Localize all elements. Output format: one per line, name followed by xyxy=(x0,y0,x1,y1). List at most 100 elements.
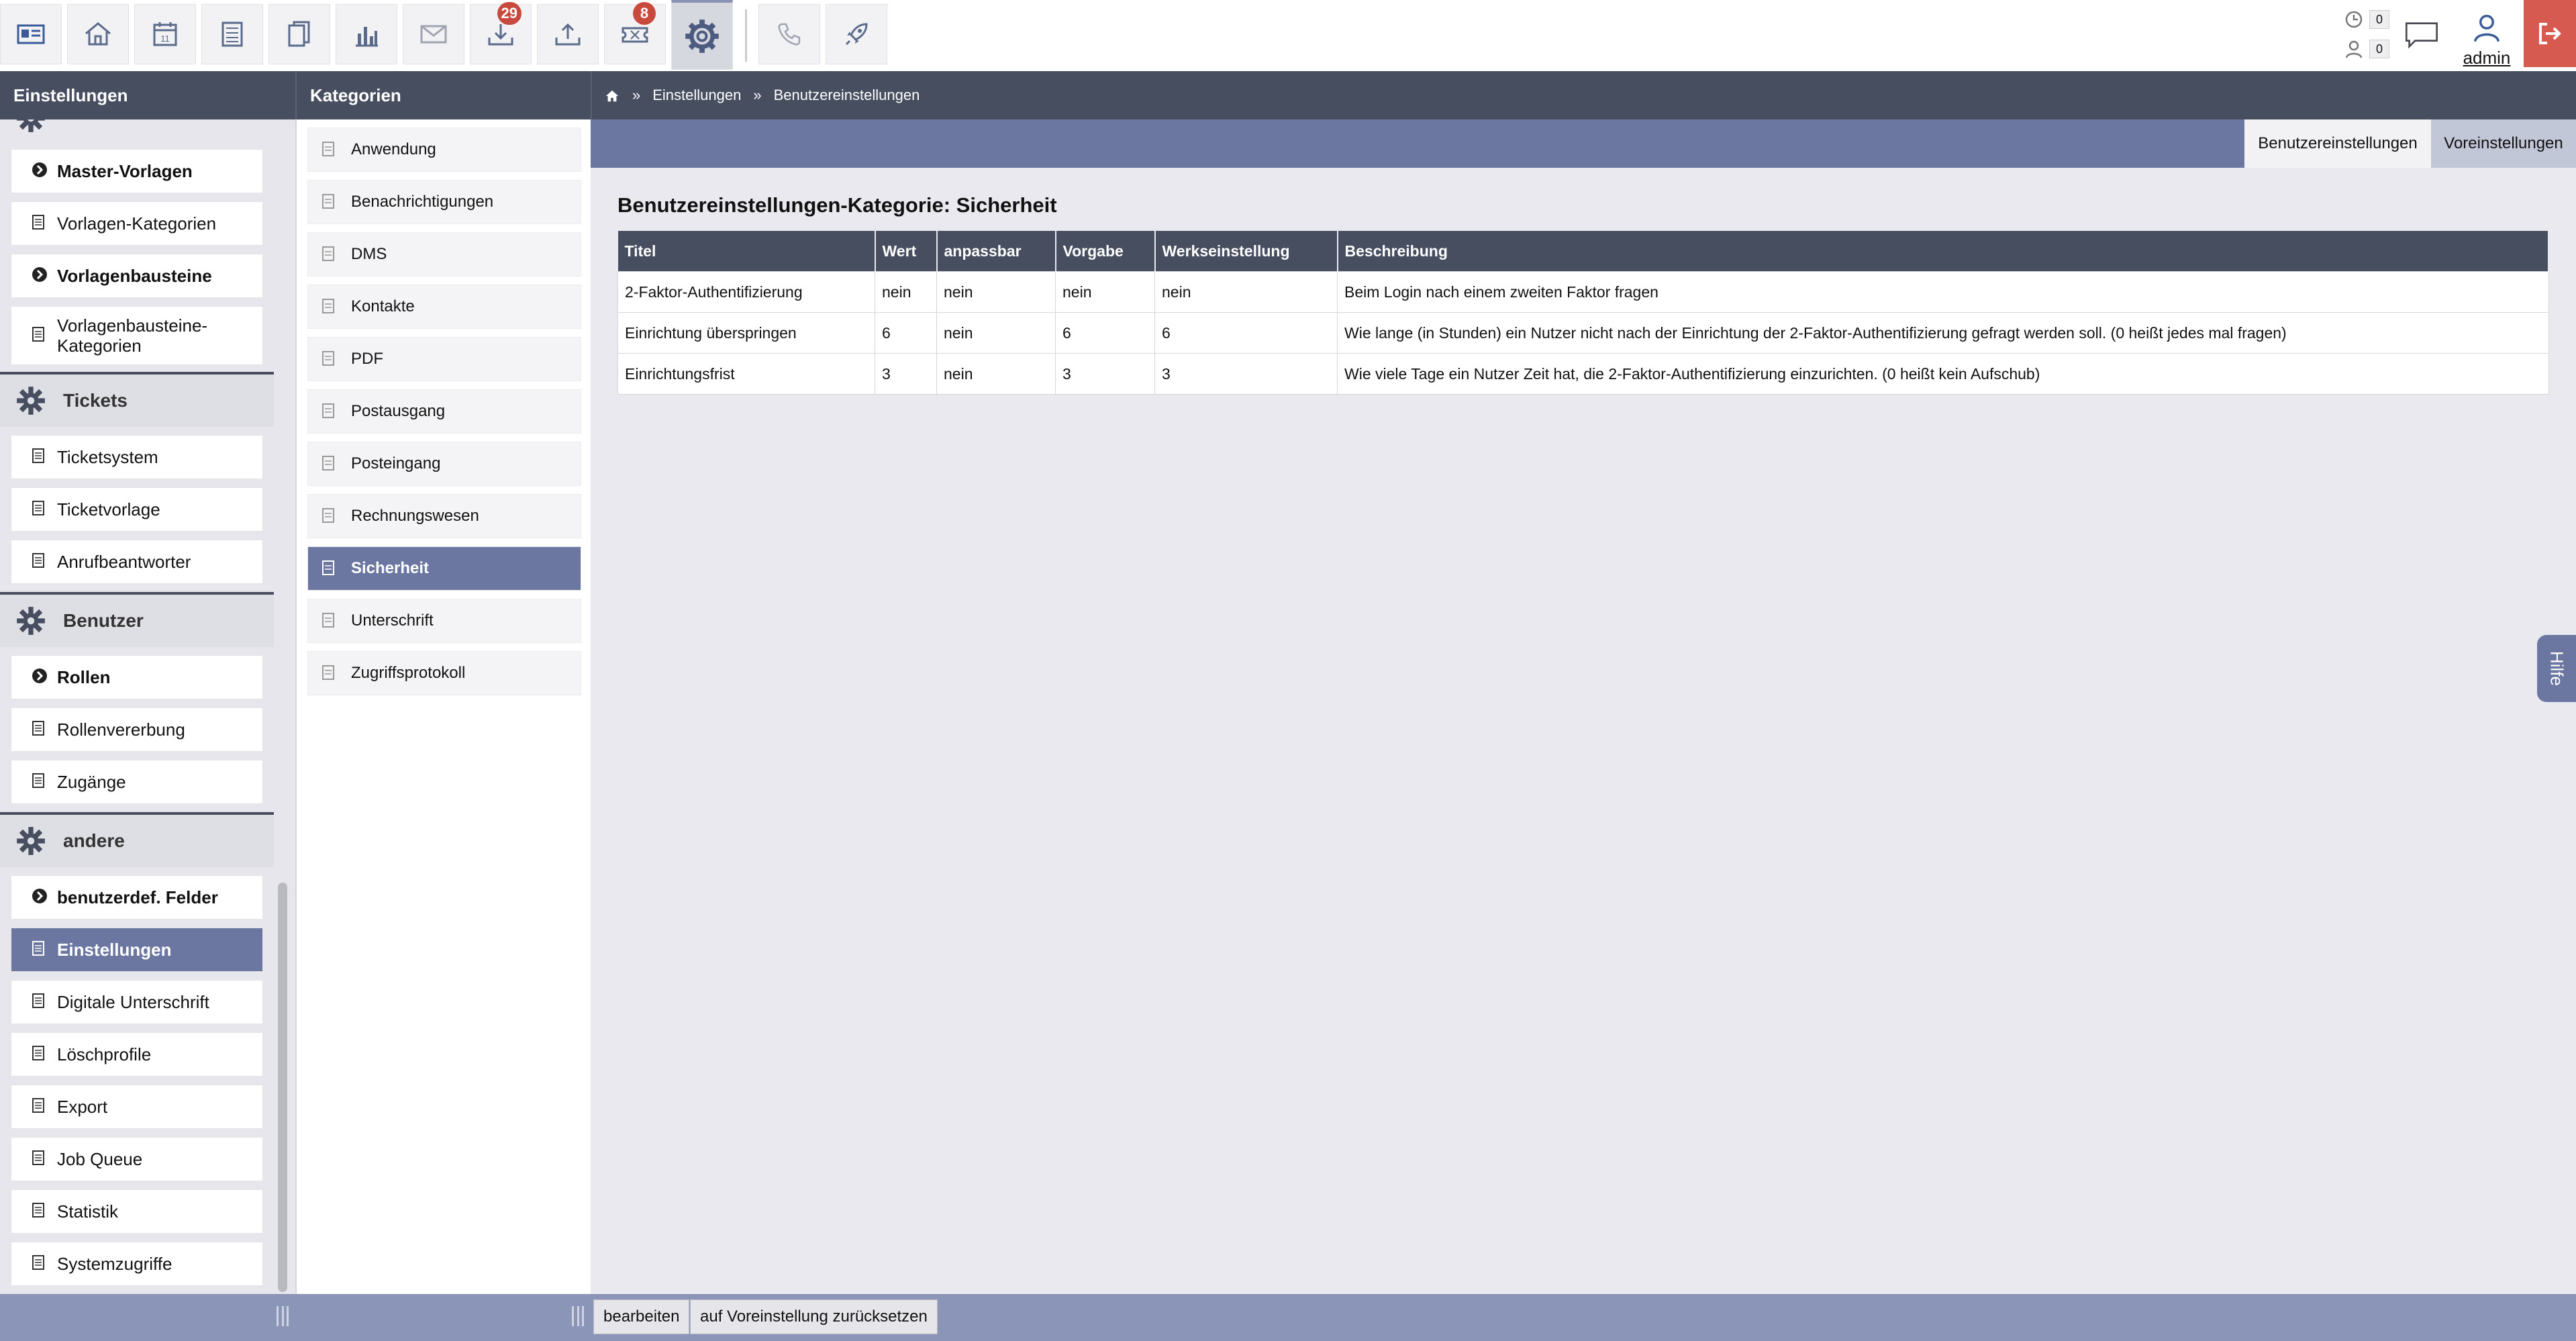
document-icon xyxy=(321,298,336,315)
sidebar-scrollbar[interactable] xyxy=(278,883,287,1292)
documents-icon xyxy=(288,21,310,47)
sidebar-item-benutzerdef-felder[interactable]: benutzerdef. Felder xyxy=(11,875,263,920)
tab-benutzereinstellungen[interactable]: Benutzereinstellungen xyxy=(2244,119,2431,168)
settings-button[interactable] xyxy=(671,0,733,70)
sidebar-item-vorlagenbausteine-kategorien[interactable]: Vorlagenbausteine-Kategorien xyxy=(11,306,263,365)
mail-button[interactable] xyxy=(403,4,464,64)
logout-button[interactable] xyxy=(2524,0,2576,67)
document-icon xyxy=(321,507,336,525)
document-icon xyxy=(321,560,336,577)
user-menu[interactable]: admin xyxy=(2454,3,2520,68)
sidebar-group-benutzer[interactable]: Benutzer xyxy=(0,592,274,647)
sidebar-item-label: Digitale Unterschrift xyxy=(57,991,209,1012)
category-sicherheit[interactable]: Sicherheit xyxy=(307,546,581,591)
sidebar-item-master-vorlagen[interactable]: Master-Vorlagen xyxy=(11,149,263,193)
help-tab[interactable]: Hilfe xyxy=(2537,635,2576,702)
category-zugriffsprotokoll[interactable]: Zugriffsprotokoll xyxy=(307,651,581,695)
sidebar-item-ticketvorlage[interactable]: Ticketvorlage xyxy=(11,487,263,532)
column-header-werkseinstellung[interactable]: Werkseinstellung xyxy=(1154,231,1338,272)
cell-werkseinstellung: 6 xyxy=(1154,312,1338,354)
sidebar-item-digitale-unterschrift[interactable]: Digitale Unterschrift xyxy=(11,980,263,1024)
reset-to-default-button[interactable]: auf Voreinstellung zurücksetzen xyxy=(690,1299,938,1334)
sidebar-group-andere[interactable]: andere xyxy=(0,812,274,867)
breadcrumb-item-benutzereinstellungen[interactable]: Benutzereinstellungen xyxy=(774,87,920,104)
sidebar-item-ticketsystem[interactable]: Ticketsystem xyxy=(11,435,263,479)
cell-beschreibung: Beim Login nach einem zweiten Faktor fra… xyxy=(1337,271,2549,313)
edit-button[interactable]: bearbeiten xyxy=(593,1299,690,1334)
sidebar-item-rollenvererbung[interactable]: Rollenvererbung xyxy=(11,707,263,752)
ledger-button[interactable] xyxy=(201,4,263,64)
category-dms[interactable]: DMS xyxy=(307,232,581,277)
column-header-titel[interactable]: Titel xyxy=(617,231,876,272)
tickets-button[interactable]: 8 xyxy=(604,2,666,64)
tabs-bar: Benutzereinstellungen Voreinstellungen xyxy=(591,119,2576,168)
categories-resize-handle[interactable] xyxy=(572,1306,584,1326)
table-row[interactable]: Einrichtung überspringen 6 nein 6 6 Wie … xyxy=(617,312,2549,354)
calendar-day: 11 xyxy=(160,34,170,44)
category-unterschrift[interactable]: Unterschrift xyxy=(307,599,581,643)
calendar-button[interactable]: 11 xyxy=(134,4,196,64)
cell-wert: 3 xyxy=(875,353,937,395)
sidebar-item-systemzugriffe[interactable]: Systemzugriffe xyxy=(11,1242,263,1286)
column-header-wert[interactable]: Wert xyxy=(875,231,938,272)
sidebar-item-job-queue[interactable]: Job Queue xyxy=(11,1137,263,1181)
users-counter[interactable]: 0 xyxy=(2344,38,2391,60)
category-rechnungswesen[interactable]: Rechnungswesen xyxy=(307,494,581,538)
inbox-button[interactable]: 29 xyxy=(470,2,532,64)
sidebar-resize-handle[interactable] xyxy=(277,1306,289,1326)
cell-beschreibung: Wie viele Tage ein Nutzer Zeit hat, die … xyxy=(1337,353,2549,395)
sidebar-group-label: Benutzer xyxy=(63,610,144,631)
document-icon xyxy=(32,1045,48,1064)
sidebar-item-anrufbeantworter[interactable]: Anrufbeantworter xyxy=(11,540,263,584)
settings-sidebar: Master-Vorlagen Vorlagen-Kategorien Vorl… xyxy=(0,119,295,1294)
document-icon xyxy=(32,448,48,466)
rocket-button[interactable] xyxy=(826,4,887,64)
outbox-button[interactable] xyxy=(537,4,599,64)
category-kontakte[interactable]: Kontakte xyxy=(307,285,581,329)
sidebar-item-rollen[interactable]: Rollen xyxy=(11,655,263,699)
document-icon xyxy=(32,773,48,791)
cell-werkseinstellung: 3 xyxy=(1154,353,1338,395)
contacts-card-button[interactable] xyxy=(0,4,62,64)
home-icon[interactable] xyxy=(604,87,620,104)
online-counter[interactable]: 0 xyxy=(2344,8,2391,31)
column-header-beschreibung[interactable]: Beschreibung xyxy=(1337,231,2549,272)
category-benachrichtigungen[interactable]: Benachrichtigungen xyxy=(307,180,581,224)
category-posteingang[interactable]: Posteingang xyxy=(307,442,581,486)
category-postausgang[interactable]: Postausgang xyxy=(307,389,581,434)
sidebar-item-vorlagenbausteine[interactable]: Vorlagenbausteine xyxy=(11,254,263,298)
top-toolbar: 11 29 8 0 0 admin xyxy=(0,0,2576,72)
breadcrumb-separator: » xyxy=(753,87,762,103)
category-anwendung[interactable]: Anwendung xyxy=(307,128,581,172)
sidebar-group-tickets[interactable]: Tickets xyxy=(0,372,274,427)
column-header-vorgabe[interactable]: Vorgabe xyxy=(1055,231,1156,272)
phone-button[interactable] xyxy=(758,4,820,64)
document-icon xyxy=(32,720,48,739)
sidebar-item-zugaenge[interactable]: Zugänge xyxy=(11,760,263,804)
breadcrumb-item-einstellungen[interactable]: Einstellungen xyxy=(652,87,741,104)
sidebar-item-vorlagen-kategorien[interactable]: Vorlagen-Kategorien xyxy=(11,201,263,246)
sidebar-item-export[interactable]: Export xyxy=(11,1085,263,1129)
statistics-button[interactable] xyxy=(336,4,397,64)
breadcrumb: » Einstellungen » Benutzereinstellungen xyxy=(591,71,2576,119)
document-icon xyxy=(32,214,48,233)
category-label: Kontakte xyxy=(351,297,415,315)
table-header-row: Titel Wert anpassbar Vorgabe Werkseinste… xyxy=(617,231,2549,272)
documents-button[interactable] xyxy=(268,4,330,64)
chat-button[interactable] xyxy=(2397,7,2446,63)
user-name-link[interactable]: admin xyxy=(2454,48,2520,68)
tab-voreinstellungen[interactable]: Voreinstellungen xyxy=(2431,119,2576,168)
home-button[interactable] xyxy=(67,4,129,64)
sidebar-item-label: Rollenvererbung xyxy=(57,719,185,740)
category-label: Sicherheit xyxy=(351,559,430,577)
bar-chart-icon xyxy=(356,27,378,47)
table-row[interactable]: Einrichtungsfrist 3 nein 3 3 Wie viele T… xyxy=(617,353,2549,395)
sidebar-item-statistik[interactable]: Statistik xyxy=(11,1189,263,1234)
main-content: Benutzereinstellungen-Kategorie: Sicherh… xyxy=(591,168,2576,1294)
category-pdf[interactable]: PDF xyxy=(307,337,581,381)
phone-icon xyxy=(778,23,801,46)
table-row[interactable]: 2-Faktor-Authentifizierung nein nein nei… xyxy=(617,271,2549,313)
column-header-anpassbar[interactable]: anpassbar xyxy=(936,231,1056,272)
sidebar-item-einstellungen[interactable]: Einstellungen xyxy=(11,928,263,972)
sidebar-item-loeschprofile[interactable]: Löschprofile xyxy=(11,1032,263,1077)
